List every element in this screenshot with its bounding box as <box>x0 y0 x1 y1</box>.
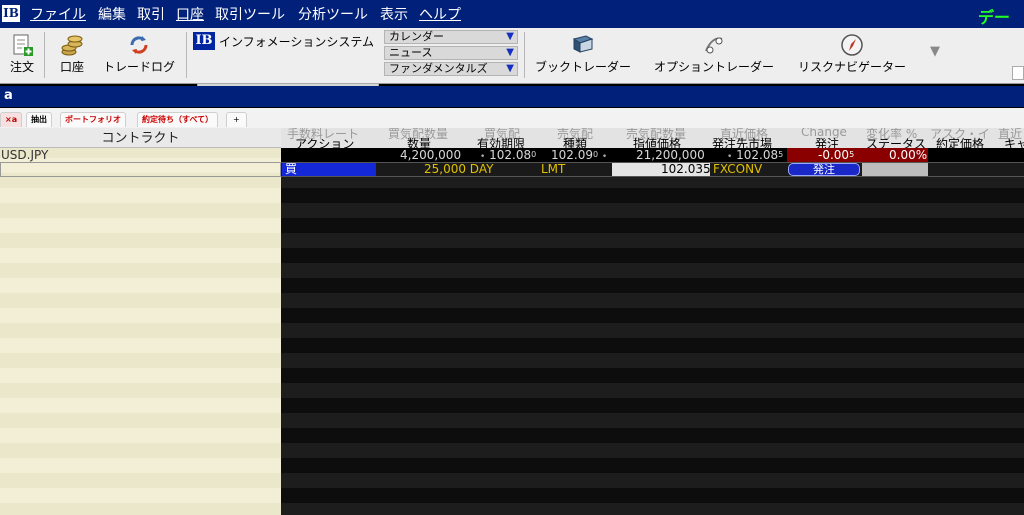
column-header-contract[interactable]: コントラクト <box>0 128 281 148</box>
chevron-down-icon: ▼ <box>506 31 514 42</box>
info-system-label: インフォメーションシステム <box>219 35 375 49</box>
fundamentals-dropdown[interactable]: ファンダメンタルズ ▼ <box>384 62 518 76</box>
order-action[interactable]: 買 <box>285 162 297 176</box>
menu-edit[interactable]: 編集 <box>98 6 126 24</box>
menu-account[interactable]: 口座 <box>176 6 204 24</box>
toolbar: 注文 口座 トレードログ IB インフォメーションシステム 起動 カレンダー▼ … <box>0 28 1024 103</box>
column-header-transmit[interactable]: 発注 <box>815 135 839 148</box>
news-dropdown[interactable]: ニュース ▼ <box>384 46 518 60</box>
menu-trade[interactable]: 取引 <box>137 6 165 24</box>
menu-view[interactable]: 表示 <box>380 6 408 24</box>
book-icon <box>572 35 594 53</box>
tab-add[interactable]: + <box>226 112 247 127</box>
column-header-limit-price[interactable]: 指値価格 <box>633 135 681 148</box>
tab-portfolio[interactable]: ポートフォリオ <box>60 112 126 127</box>
column-header-fill-price[interactable]: 約定価格 <box>936 135 984 148</box>
change-pct-value: 0.00% <box>889 148 928 162</box>
tradelog-icon <box>130 36 148 54</box>
toolbar-more-icon[interactable]: ▼ <box>930 44 940 59</box>
contract-usdjpy[interactable]: USD.JPY <box>1 148 48 162</box>
risknavigator-button[interactable]: リスクナビゲーター <box>792 33 912 74</box>
window-title: a <box>0 86 1024 107</box>
order-grid <box>281 128 1024 515</box>
transmit-button[interactable]: 発注 <box>788 163 860 176</box>
menu-file[interactable]: ファイル <box>30 6 86 24</box>
tab-bar: ×a 抽出 ポートフォリオ 約定待ち（すべて） + <box>0 108 1024 128</box>
order-limit-price[interactable]: 102.035 <box>661 162 711 176</box>
coins-icon <box>61 35 83 56</box>
tab-pending-orders[interactable]: 約定待ち（すべて） <box>137 112 219 127</box>
ib-logo: IB <box>2 5 20 22</box>
order-row-contract[interactable] <box>0 162 281 177</box>
booktrader-button[interactable]: ブックトレーダー <box>530 33 636 74</box>
order-button[interactable]: 注文 <box>6 33 38 74</box>
menu-analysis-tools[interactable]: 分析ツール <box>298 6 368 24</box>
status-cell <box>862 163 928 176</box>
column-headers: 手数料レート 買気配数量 買気配 売気配 売気配数量 直近価格 Change 変… <box>281 128 1024 148</box>
optiontrader-button[interactable]: オプショントレーダー <box>648 33 780 74</box>
column-header-action[interactable]: アクション <box>295 135 354 148</box>
ask-size: 21,200,000 <box>636 148 705 162</box>
column-header-cancel[interactable]: キャ <box>1004 135 1024 148</box>
chevron-down-icon: ▼ <box>506 47 514 58</box>
tab-extract[interactable]: 抽出 <box>26 112 52 127</box>
order-exchange[interactable]: FXCONV <box>713 162 762 176</box>
option-icon <box>705 37 723 54</box>
column-header-expiry[interactable]: 有効期限 <box>477 135 525 148</box>
compass-icon <box>841 34 863 56</box>
tab-close-a[interactable]: ×a <box>0 112 23 127</box>
menu-help[interactable]: ヘルプ <box>419 6 461 24</box>
column-header-type[interactable]: 種類 <box>563 135 587 148</box>
calendar-dropdown[interactable]: カレンダー ▼ <box>384 30 518 44</box>
chevron-down-icon: ▼ <box>506 63 514 74</box>
ib-info-logo: IB <box>193 32 215 50</box>
account-button[interactable]: 口座 <box>52 33 92 74</box>
column-header-quantity[interactable]: 数量 <box>407 135 431 148</box>
bid-size: 4,200,000 <box>400 148 462 162</box>
order-type[interactable]: LMT <box>541 162 565 176</box>
tradelog-button[interactable]: トレードログ <box>99 33 179 74</box>
contract-list <box>0 128 281 515</box>
order-quantity-tif[interactable]: 25,000 DAY <box>424 162 493 176</box>
toolbar-resize-handle[interactable] <box>1012 66 1024 80</box>
column-header-status[interactable]: ステータス <box>866 135 926 148</box>
column-header-exchange[interactable]: 発注先市場 <box>712 135 772 148</box>
menu-bar: IB ファイル 編集 取引 口座 取引ツール 分析ツール 表示 ヘルプ データ <box>0 0 1024 51</box>
order-icon <box>13 34 33 56</box>
menu-trading-tools[interactable]: 取引ツール <box>215 6 285 24</box>
change-value: -0.005 <box>818 148 855 162</box>
